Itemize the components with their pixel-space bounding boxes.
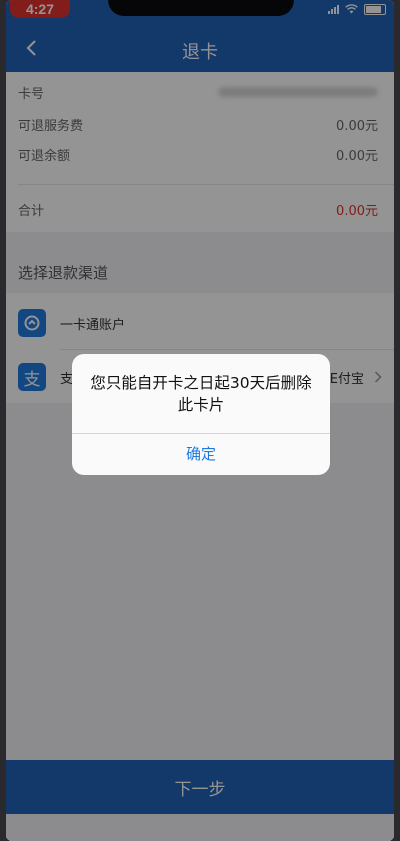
phone-screen: 4:27 退卡 卡号 可退服务费 0.00元 可退余额 0.00元 合计 0.0…: [6, 0, 394, 841]
alert-dialog: 您只能自开卡之日起30天后删除此卡片 确定: [72, 354, 330, 475]
dialog-message: 您只能自开卡之日起30天后删除此卡片: [90, 374, 312, 414]
confirm-button[interactable]: 确定: [72, 434, 330, 475]
